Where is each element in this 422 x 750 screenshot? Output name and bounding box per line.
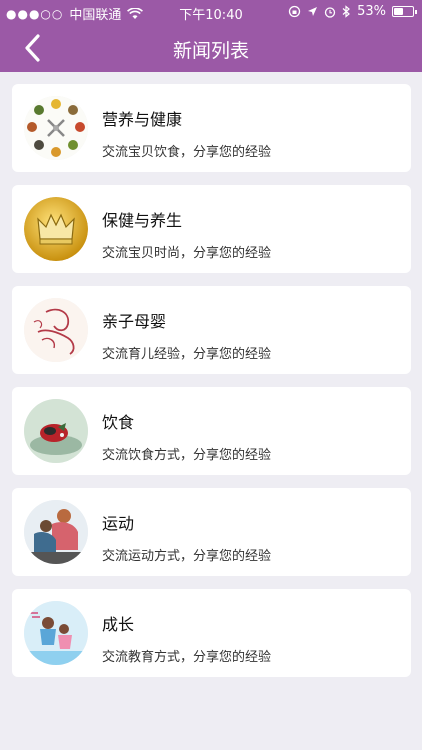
app-header: ●●●○○ 中国联通 下午10:40 53% 新闻列表 [0, 0, 422, 72]
page-title: 新闻列表 [172, 40, 249, 62]
list-item-growth[interactable]: 成长 交流教育方式，分享您的经验 [12, 589, 411, 677]
news-list: 营养与健康 交流宝贝饮食，分享您的经验 保健与养生 交流宝贝时尚，分享您的经验 [12, 84, 411, 690]
food-dish-thumbnail [24, 399, 88, 463]
battery-level-fill [394, 8, 403, 15]
exercise-people-thumbnail [24, 500, 88, 564]
list-item-health-care[interactable]: 保健与养生 交流宝贝时尚，分享您的经验 [12, 185, 411, 273]
gold-crown-thumbnail [24, 197, 88, 261]
item-description: 交流宝贝时尚，分享您的经验 [102, 246, 272, 261]
list-item-nutrition[interactable]: 营养与健康 交流宝贝饮食，分享您的经验 [12, 84, 411, 172]
list-item-sports[interactable]: 运动 交流运动方式，分享您的经验 [12, 488, 411, 576]
nav-bar: 新闻列表 [0, 24, 422, 72]
status-bar: ●●●○○ 中国联通 下午10:40 53% [0, 0, 422, 24]
item-description: 交流育儿经验，分享您的经验 [102, 347, 272, 362]
item-title: 营养与健康 [102, 110, 183, 129]
bluetooth-icon [342, 5, 351, 18]
item-description: 交流饮食方式，分享您的经验 [102, 448, 272, 463]
item-description: 交流教育方式，分享您的经验 [102, 650, 272, 665]
item-description: 交流运动方式，分享您的经验 [102, 549, 272, 564]
item-title: 保健与养生 [102, 211, 183, 230]
battery-percent: 53% [357, 4, 386, 19]
list-item-parent-child[interactable]: 亲子母婴 交流育儿经验，分享您的经验 [12, 286, 411, 374]
item-title: 亲子母婴 [102, 312, 167, 331]
item-title: 成长 [102, 615, 135, 634]
growth-kids-thumbnail [24, 601, 88, 665]
alarm-icon [324, 6, 336, 18]
nutrition-plates-thumbnail [24, 96, 88, 160]
mother-baby-sketch-thumbnail [24, 298, 88, 362]
item-title: 运动 [102, 514, 135, 533]
list-item-diet[interactable]: 饮食 交流饮食方式，分享您的经验 [12, 387, 411, 475]
status-right: 53% [288, 4, 417, 19]
location-arrow-icon [308, 7, 318, 16]
lock-rotation-icon [288, 5, 301, 18]
battery-icon [392, 6, 417, 17]
item-description: 交流宝贝饮食，分享您的经验 [102, 145, 272, 160]
item-title: 饮食 [102, 413, 135, 432]
